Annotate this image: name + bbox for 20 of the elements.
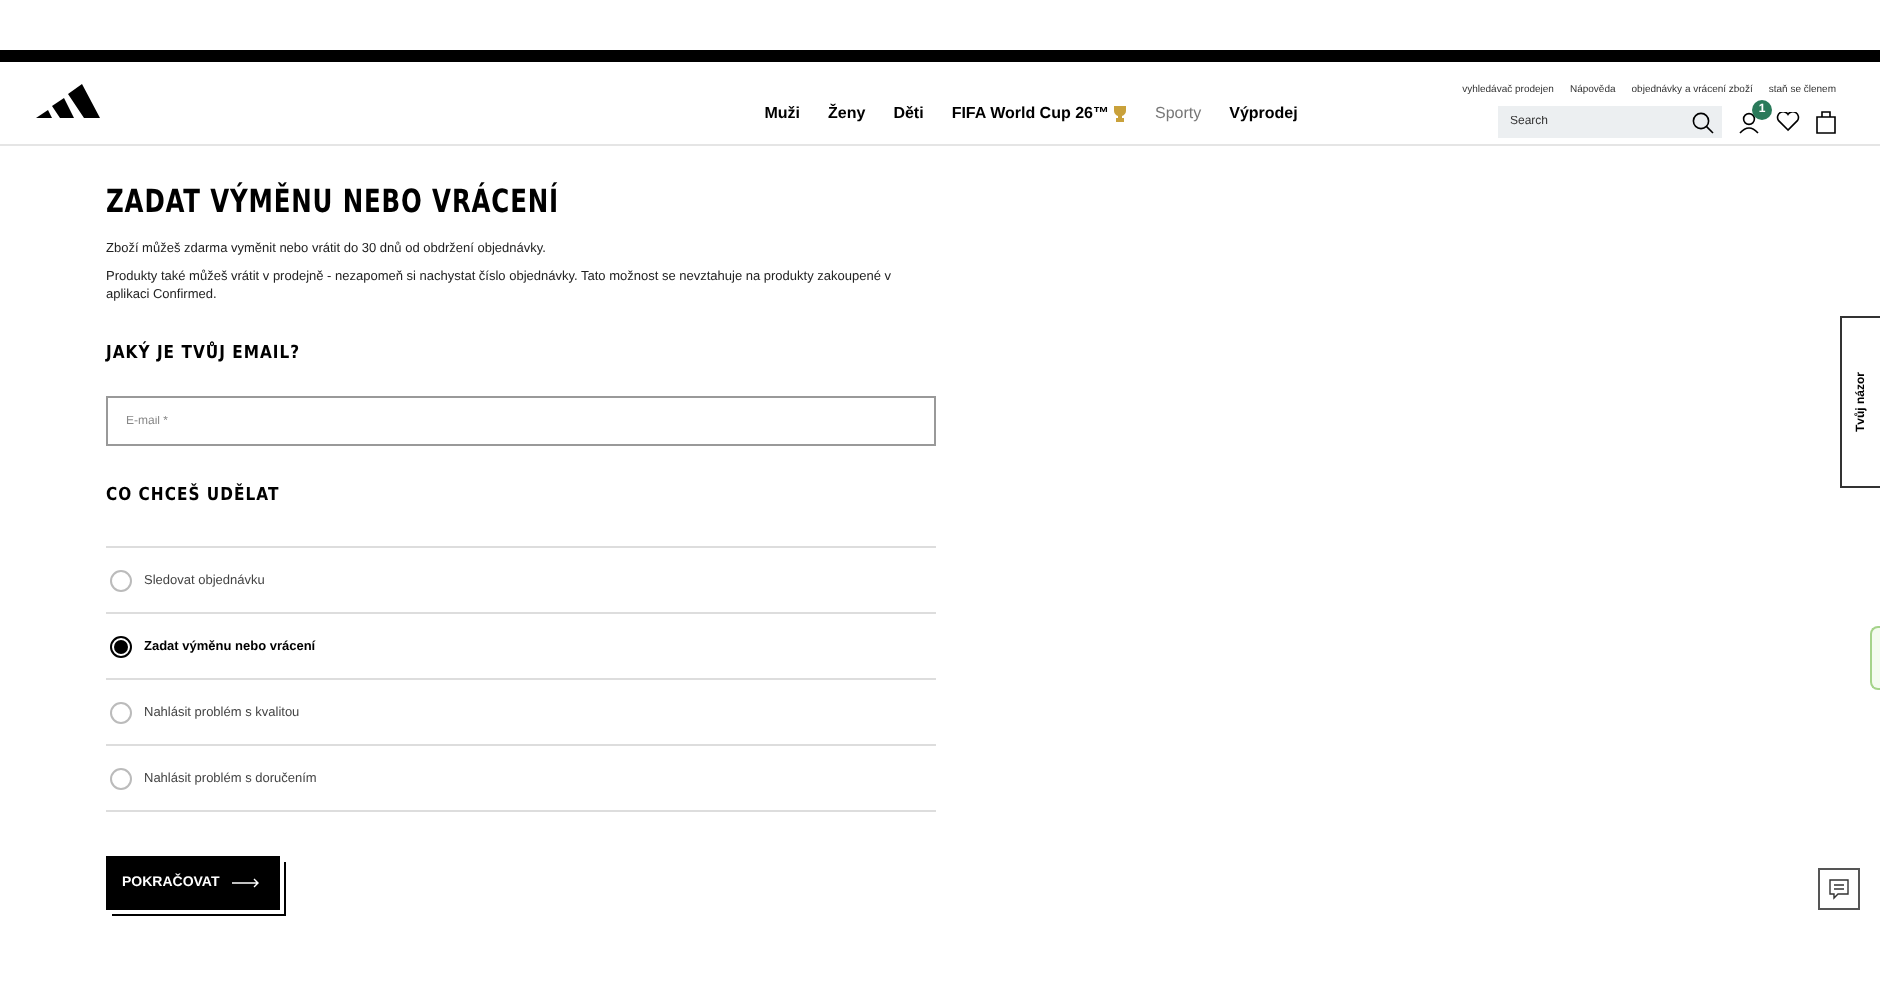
radio-button[interactable] xyxy=(110,701,132,723)
radio-button[interactable] xyxy=(110,635,132,657)
arrow-icon xyxy=(231,878,260,888)
page-title: ZADAT VÝMĚNU NEBO VRÁCENÍ xyxy=(106,182,561,220)
heart-icon[interactable] xyxy=(1776,112,1800,132)
chat-icon xyxy=(1828,878,1850,900)
section-heading: JAKÝ JE TVŮJ EMAIL? xyxy=(106,344,303,364)
nav-link[interactable]: Muži xyxy=(764,104,801,122)
nav-link[interactable]: Výprodej xyxy=(1229,104,1298,122)
chat-button[interactable] xyxy=(1818,868,1860,910)
account-icon[interactable] xyxy=(1738,111,1760,133)
nav-link[interactable]: Sporty xyxy=(1154,104,1202,122)
search-icon[interactable] xyxy=(1692,111,1714,133)
section-heading: CO CHCEŠ UDĚLAT xyxy=(106,486,282,506)
nav-link[interactable]: FIFA World Cup 26™ xyxy=(951,104,1127,122)
radio-button[interactable] xyxy=(110,569,132,591)
bag-icon[interactable] xyxy=(1816,110,1836,134)
radio-button[interactable] xyxy=(110,767,132,789)
nav-link[interactable]: Děti xyxy=(893,104,924,122)
nav-link[interactable]: Ženy xyxy=(828,104,866,122)
